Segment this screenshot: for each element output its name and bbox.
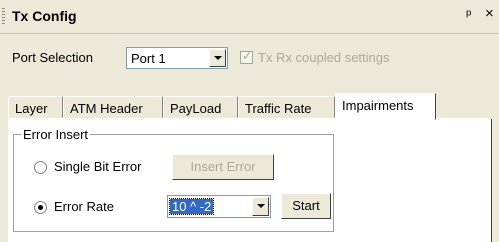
- error-rate-radio[interactable]: [34, 201, 47, 214]
- error-rate-value: 10 ^ -2: [168, 198, 215, 215]
- port-selection-label: Port Selection: [12, 50, 93, 65]
- single-bit-error-radio[interactable]: [34, 161, 47, 174]
- error-rate-label: Error Rate: [54, 199, 114, 214]
- port-select[interactable]: Port 1: [126, 47, 228, 69]
- tab-label: Layer: [15, 101, 48, 116]
- tab-label: Traffic Rate: [245, 101, 312, 116]
- port-select-value: Port 1: [131, 51, 166, 66]
- radio-selected-dot: [38, 205, 43, 210]
- close-icon[interactable]: ×: [485, 5, 494, 22]
- chevron-down-icon[interactable]: [209, 49, 226, 67]
- error-insert-title: Error Insert: [21, 127, 91, 142]
- single-bit-error-label: Single Bit Error: [54, 159, 142, 174]
- tx-config-content: Port Selection Port 1 ✓ Tx Rx coupled se…: [8, 36, 499, 242]
- tab-layer[interactable]: Layer: [8, 96, 63, 118]
- tab-traffic-rate[interactable]: Traffic Rate: [238, 96, 335, 118]
- impairments-panel: Error Insert Single Bit Error Insert Err…: [8, 119, 492, 242]
- chevron-down-icon[interactable]: [252, 197, 269, 216]
- tab-atm-header[interactable]: ATM Header: [63, 96, 163, 118]
- check-icon: ✓: [242, 49, 253, 63]
- start-button-label: Start: [292, 198, 320, 213]
- panel-title: Tx Config: [12, 8, 77, 24]
- error-rate-select[interactable]: 10 ^ -2: [167, 195, 271, 218]
- tab-label: PayLoad: [170, 101, 222, 116]
- tab-label: Impairments: [342, 98, 414, 113]
- insert-error-button[interactable]: Insert Error: [172, 154, 274, 180]
- tab-bar: Layer ATM Header PayLoad Traffic Rate Im…: [8, 93, 491, 120]
- coupled-settings-checkbox[interactable]: ✓: [240, 49, 253, 64]
- start-button[interactable]: Start: [281, 193, 331, 219]
- coupled-settings-label: Tx Rx coupled settings: [258, 50, 390, 65]
- tab-impairments[interactable]: Impairments: [335, 93, 436, 120]
- insert-error-button-label: Insert Error: [190, 159, 256, 174]
- tab-payload[interactable]: PayLoad: [163, 96, 238, 118]
- panel-titlebar: Tx Config ᵖ ×: [0, 0, 499, 34]
- drag-grip[interactable]: [2, 8, 5, 25]
- tab-label: ATM Header: [70, 101, 143, 116]
- pin-icon[interactable]: ᵖ: [466, 6, 471, 22]
- error-insert-group: Error Insert Single Bit Error Insert Err…: [13, 127, 334, 232]
